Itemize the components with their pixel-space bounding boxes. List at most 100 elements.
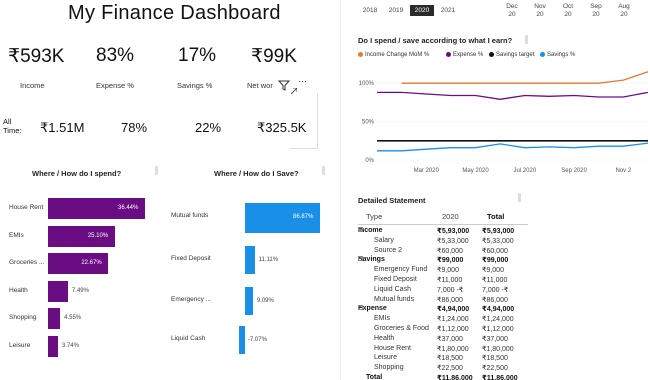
row-type: Emergency Fund (374, 266, 427, 273)
legend-label: Savings target (496, 52, 535, 59)
save-data-label: -7.07% (247, 337, 267, 343)
month-year: 20 (508, 11, 516, 18)
line-chart-scrollbar[interactable] (525, 35, 528, 44)
collapse-icon[interactable]: − (358, 256, 363, 262)
legend-dot-icon (446, 52, 451, 57)
year-option-2020[interactable]: 2020 (410, 5, 434, 16)
kpi-networth-value: ₹99K (251, 46, 297, 67)
legend-label: Savings % (547, 52, 576, 59)
legend-item[interactable]: Income Change MoM % (358, 52, 429, 58)
row-type: Liquid Cash (374, 286, 411, 293)
save-bar[interactable] (238, 326, 245, 354)
row-type-label: Liquid Cash (374, 285, 411, 293)
table-row[interactable]: Fixed Deposit ₹11,000 ₹11,000 (358, 276, 648, 286)
col-header-2020[interactable]: 2020 (442, 212, 459, 221)
spend-data-label: 22.67% (81, 260, 102, 266)
year-option-2018[interactable]: 2018 (358, 5, 382, 16)
month-option[interactable]: Sep 20 (584, 3, 608, 19)
statement-scrollbar[interactable] (518, 193, 521, 202)
y-tick-label: 100% (359, 81, 375, 87)
spend-bar[interactable] (48, 335, 58, 357)
save-bar[interactable] (245, 287, 253, 315)
kpi-savings-value: 17% (178, 45, 217, 66)
month-option[interactable]: Dec 20 (500, 3, 524, 19)
legend-dot-icon (358, 52, 363, 57)
save-data-label: 11.11% (258, 257, 279, 263)
row-total-value: ₹60,000 (482, 247, 508, 255)
table-row[interactable]: Leisure ₹18,500 ₹18,500 (358, 354, 648, 364)
spend-data-label: 7.49% (71, 287, 89, 294)
month-slicer[interactable]: Dec 20 Nov 20 Oct 20 Sep 20 Aug 20 (500, 3, 650, 23)
filter-icon[interactable] (277, 78, 291, 91)
month-option[interactable]: Nov 20 (528, 3, 552, 19)
table-row[interactable]: Health ₹37,000 ₹37,000 (358, 335, 648, 345)
year-option-2019[interactable]: 2019 (384, 5, 408, 16)
table-row[interactable]: Shopping ₹22,500 ₹22,500 (358, 364, 648, 374)
row-total-value: ₹99,000 (482, 257, 509, 265)
row-type-label: House Rent (374, 344, 411, 352)
spend-chart-scrollbar[interactable] (155, 166, 158, 175)
spend-category-label: House Rent (9, 204, 44, 211)
month-option[interactable]: Aug 20 (612, 3, 636, 19)
panel-divider (340, 0, 341, 380)
table-row[interactable]: EMIs ₹1,24,000 ₹1,24,000 (358, 315, 648, 325)
line-chart-legend: Income Change MoM % Expense % Savings targ… (358, 52, 650, 62)
x-tick-label: Nov 2 (616, 168, 632, 174)
table-row[interactable]: − Savings ₹99,000 ₹99,000 (358, 256, 648, 266)
month-option[interactable]: Oct 20 (556, 3, 580, 19)
series-line-savings- (377, 142, 649, 152)
expand-icon[interactable] (290, 81, 298, 95)
row-type-label: EMIs (374, 315, 390, 323)
line-chart: 100% 50% 0% Mar 2020 May 2020 Jul 2020 Sep 202… (359, 71, 649, 174)
collapse-icon[interactable]: − (358, 227, 363, 232)
spend-data-label: 36.44% (118, 205, 139, 211)
row-type-label: Shopping (374, 364, 404, 372)
legend-item[interactable]: Savings target (489, 52, 534, 58)
spend-bar[interactable] (48, 308, 61, 329)
kpi-networth-label: Net wor (247, 81, 273, 90)
table-row[interactable]: Groceries & Food ₹1,12,000 ₹1,12,000 (358, 325, 648, 335)
month-year: 20 (536, 11, 544, 18)
more-options-icon[interactable]: ··· (298, 76, 307, 86)
year-option-2021[interactable]: 2021 (436, 5, 460, 16)
row-type: Shopping (374, 364, 404, 371)
month-year: 20 (592, 11, 600, 18)
spend-bar[interactable] (48, 280, 68, 302)
table-row[interactable]: − Expense ₹4,94,000 ₹4,94,000 (358, 305, 648, 315)
table-row[interactable]: Salary ₹5,33,000 ₹5,33,000 (358, 237, 648, 247)
table-row[interactable]: Liquid Cash 7,000 -₹ 7,000 -₹ (358, 286, 648, 296)
row-type: House Rent (374, 345, 411, 352)
table-row[interactable]: − Income ₹5,93,000 ₹5,93,000 (358, 227, 648, 237)
statement-table: − Income ₹5,93,000 ₹5,93,000 Salary ₹5,33,000… (358, 227, 648, 380)
month-year: 20 (564, 11, 572, 18)
legend-item[interactable]: Savings % (540, 52, 575, 58)
spend-data-label: 3.74% (61, 342, 79, 349)
row-2020-value: ₹60,000 (437, 247, 463, 255)
table-row[interactable]: Emergency Fund ₹9,000 ₹9,000 (358, 266, 648, 276)
row-2020-value: ₹5,33,000 (437, 237, 469, 245)
collapse-icon[interactable]: − (358, 305, 363, 311)
row-type: Mutual funds (374, 296, 414, 303)
month-year: 20 (620, 11, 628, 18)
table-row[interactable]: Total ₹11,86,000 ₹11,86,000 (358, 374, 648, 380)
row-type: − Savings (358, 256, 385, 263)
table-row[interactable]: House Rent ₹1,80,000 ₹1,80,000 (358, 345, 648, 355)
table-row[interactable]: Source 2 ₹60,000 ₹60,000 (358, 247, 648, 257)
alltime-label: All Time: (3, 117, 22, 135)
table-row[interactable]: Mutual funds ₹86,000 ₹86,000 (358, 296, 648, 306)
row-total-value: ₹86,000 (482, 296, 508, 304)
save-bar[interactable] (245, 246, 255, 274)
spend-data-label: 4.55% (64, 315, 82, 321)
row-total-value: ₹9,000 (482, 267, 504, 275)
save-data-label: 9.09% (256, 298, 274, 304)
row-total-value: ₹1,24,000 (482, 316, 514, 324)
row-type-label: Source 2 (374, 246, 403, 254)
col-header-type[interactable]: Type (366, 212, 382, 221)
col-header-total[interactable]: Total (487, 212, 504, 221)
alltime-savings: 22% (195, 120, 222, 135)
year-slicer[interactable]: 2018 2019 2020 2021 (358, 5, 468, 17)
spend-category-label: Health (9, 286, 28, 294)
row-2020-value: ₹22,500 (437, 365, 463, 373)
save-chart-scrollbar[interactable] (322, 166, 325, 175)
legend-item[interactable]: Expense % (446, 52, 483, 58)
